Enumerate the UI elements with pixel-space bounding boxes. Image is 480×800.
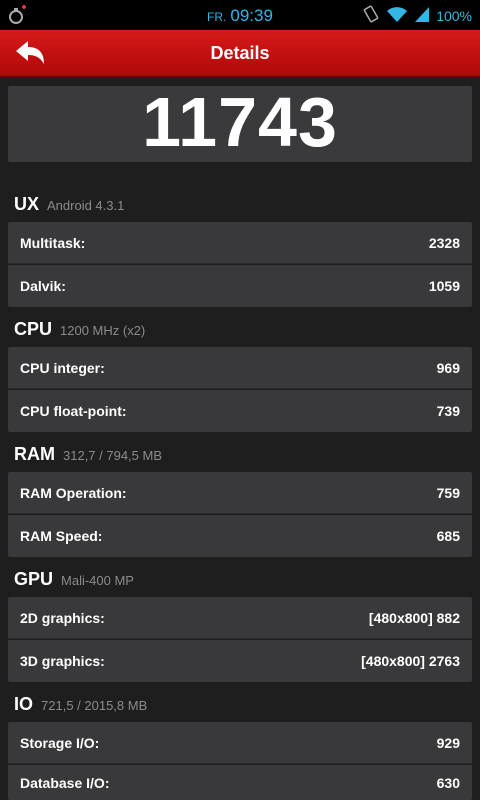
battery-level: 100% [436,7,472,24]
result-row-dalvik[interactable]: Dalvik: 1059 [8,265,472,307]
row-label: RAM Speed: [20,528,103,544]
result-row-ram-speed[interactable]: RAM Speed: 685 [8,515,472,557]
total-score-card: 11743 [8,83,472,162]
page-title: Details [210,43,270,63]
row-value: 2328 [428,234,460,251]
action-bar: Details [0,30,480,77]
row-label: CPU float-point: [20,403,127,419]
section-header-ux: UX Android 4.3.1 [14,194,124,215]
clock-day: FR. [207,10,227,24]
vibrate-icon [362,5,380,26]
row-value: [480x800] 2763 [361,653,460,669]
section-info: Android 4.3.1 [47,198,125,213]
section-info: 721,5 / 2015,8 MB [41,698,148,713]
section-name: IO [14,694,34,714]
row-value: 1059 [428,278,460,294]
wifi-icon [386,5,408,26]
result-row-storage-io[interactable]: Storage I/O: 929 [8,722,472,764]
section-name: GPU [14,569,54,589]
section-header-gpu: GPU Mali-400 MP [14,569,134,590]
clock-time: 09:39 [230,6,273,25]
section-info: Mali-400 MP [61,573,134,588]
section-info: 312,7 / 794,5 MB [63,448,163,463]
row-value: 630 [436,774,460,791]
result-row-2d-graphics[interactable]: 2D graphics: [480x800] 882 [8,597,472,639]
row-value: 969 [436,359,460,376]
total-score: 11743 [142,83,338,161]
row-label: Multitask: [20,234,86,251]
signal-icon [414,5,430,26]
section-header-cpu: CPU 1200 MHz (x2) [14,319,145,340]
status-bar: FR. 09:39 100% [0,0,480,30]
row-label: 3D graphics: [20,653,105,669]
section-name: RAM [14,444,55,464]
result-row-database-io[interactable]: Database I/O: 630 [8,765,472,800]
section-name: CPU [14,319,53,339]
row-label: Dalvik: [20,278,66,294]
result-row-3d-graphics[interactable]: 3D graphics: [480x800] 2763 [8,640,472,682]
section-header-ram: RAM 312,7 / 794,5 MB [14,444,162,465]
result-row-cpu-float[interactable]: CPU float-point: 739 [8,390,472,432]
section-info: 1200 MHz (x2) [60,323,146,338]
result-row-cpu-integer[interactable]: CPU integer: 969 [8,347,472,389]
section-name: UX [14,194,40,214]
row-value: 759 [436,484,460,501]
row-label: 2D graphics: [20,609,105,626]
row-value: [480x800] 882 [368,609,460,626]
row-label: Storage I/O: [20,734,100,751]
result-row-multitask[interactable]: Multitask: 2328 [8,222,472,264]
row-label: Database I/O: [20,774,110,791]
section-header-io: IO 721,5 / 2015,8 MB [14,694,147,715]
row-label: CPU integer: [20,359,105,376]
row-value: 739 [436,403,460,419]
result-row-ram-operation[interactable]: RAM Operation: 759 [8,472,472,514]
status-icons: 100% [362,5,472,26]
row-value: 929 [436,734,460,751]
row-value: 685 [436,528,460,544]
row-label: RAM Operation: [20,484,127,501]
